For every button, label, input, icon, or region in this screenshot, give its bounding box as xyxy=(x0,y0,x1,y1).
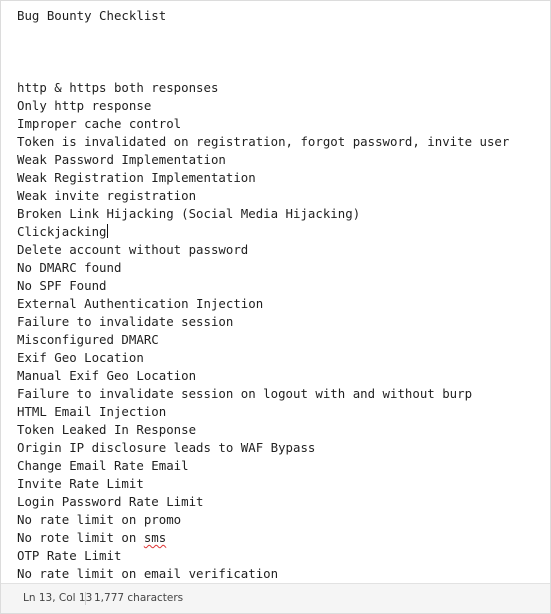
checklist-line: OTP Rate Limit xyxy=(17,547,121,565)
checklist-line: Misconfigured DMARC xyxy=(17,331,159,349)
checklist-line: Failure to invalidate session on logout … xyxy=(17,385,472,403)
status-bar: Ln 13, Col 13 1,777 characters xyxy=(1,583,550,613)
checklist-line-text: Failure to invalidate session on logout … xyxy=(17,386,473,401)
checklist-line: Login Password Rate Limit xyxy=(17,493,204,511)
checklist-line: Weak Registration Implementation xyxy=(17,169,256,187)
checklist-line: External Authentication Injection xyxy=(17,295,263,313)
checklist-line-text: OTP Rate Limit xyxy=(17,548,122,563)
checklist-line-text: Token is invalidated on registration, fo… xyxy=(17,134,510,149)
checklist-line: Failure to invalidate session xyxy=(17,313,233,331)
checklist-line: Weak Password Implementation xyxy=(17,151,226,169)
checklist-line-text: Login Password Rate Limit xyxy=(17,494,204,509)
checklist-line-text: Manual Exif Geo Location xyxy=(17,368,197,383)
checklist-line-text: Token Leaked In Response xyxy=(17,422,197,437)
checklist-line-text: Change Email Rate Email xyxy=(17,458,189,473)
checklist-line-text: Origin IP disclosure leads to WAF Bypass xyxy=(17,440,316,455)
checklist-line: Origin IP disclosure leads to WAF Bypass xyxy=(17,439,315,457)
text-editor-area[interactable]: Bug Bounty Checklist http & https both r… xyxy=(1,1,550,583)
checklist-line-text: HTML Email Injection xyxy=(17,404,167,419)
status-divider xyxy=(85,592,86,605)
checklist-line: No rate limit on email verification xyxy=(17,565,278,583)
checklist-line-text: Broken Link Hijacking (Social Media Hija… xyxy=(17,206,361,221)
checklist-line: Weak invite registration xyxy=(17,187,196,205)
checklist-line-text: Weak Password Implementation xyxy=(17,152,226,167)
checklist-line-text: Delete account without password xyxy=(17,242,249,257)
checklist-line: HTML Email Injection xyxy=(17,403,166,421)
checklist-line: No rate limit on promo xyxy=(17,511,181,529)
checklist-line-text: Clickjacking xyxy=(17,224,107,239)
checklist-line: Delete account without password xyxy=(17,241,248,259)
checklist-line: Manual Exif Geo Location xyxy=(17,367,196,385)
checklist-line: http & https both responses xyxy=(17,79,218,97)
checklist-line-text: Misconfigured DMARC xyxy=(17,332,159,347)
cursor-position[interactable]: Ln 13, Col 13 xyxy=(23,592,92,604)
checklist-line-text: No rate limit on promo xyxy=(17,512,182,527)
checklist-line: Clickjacking xyxy=(17,223,108,241)
notepad-window: Bug Bounty Checklist http & https both r… xyxy=(0,0,551,614)
checklist-line: Invite Rate Limit xyxy=(17,475,144,493)
checklist-line-text: Only http response xyxy=(17,98,152,113)
checklist-line: Only http response xyxy=(17,97,151,115)
checklist-line: Improper cache control xyxy=(17,115,181,133)
checklist-line-text: External Authentication Injection xyxy=(17,296,264,311)
checklist-line-text: No SPF Found xyxy=(17,278,107,293)
checklist-line: Token Leaked In Response xyxy=(17,421,196,439)
checklist-line-text: Weak Registration Implementation xyxy=(17,170,256,185)
checklist-line: No DMARC found xyxy=(17,259,121,277)
checklist-line-text: Exif Geo Location xyxy=(17,350,144,365)
checklist-line: Exif Geo Location xyxy=(17,349,144,367)
checklist-line-text: No rate limit on email verification xyxy=(17,566,279,581)
checklist-line: No rote limit on sms xyxy=(17,529,166,547)
checklist-line: Broken Link Hijacking (Social Media Hija… xyxy=(17,205,360,223)
checklist-line-text: No rote limit on xyxy=(17,530,144,545)
checklist-line-text: Improper cache control xyxy=(17,116,182,131)
document-title-line: Bug Bounty Checklist xyxy=(17,8,167,23)
checklist-line: Change Email Rate Email xyxy=(17,457,189,475)
checklist-line: No SPF Found xyxy=(17,277,107,295)
checklist-line-text: Weak invite registration xyxy=(17,188,197,203)
checklist-line-text: http & https both responses xyxy=(17,80,219,95)
checklist-line: Token is invalidated on registration, fo… xyxy=(17,133,509,151)
checklist-line-text: Failure to invalidate session xyxy=(17,314,234,329)
spellcheck-flagged-word: sms xyxy=(143,530,167,545)
checklist-line-text: No DMARC found xyxy=(17,260,122,275)
character-count[interactable]: 1,777 characters xyxy=(94,592,183,604)
checklist-line-text: Invite Rate Limit xyxy=(17,476,144,491)
text-caret xyxy=(106,224,108,238)
